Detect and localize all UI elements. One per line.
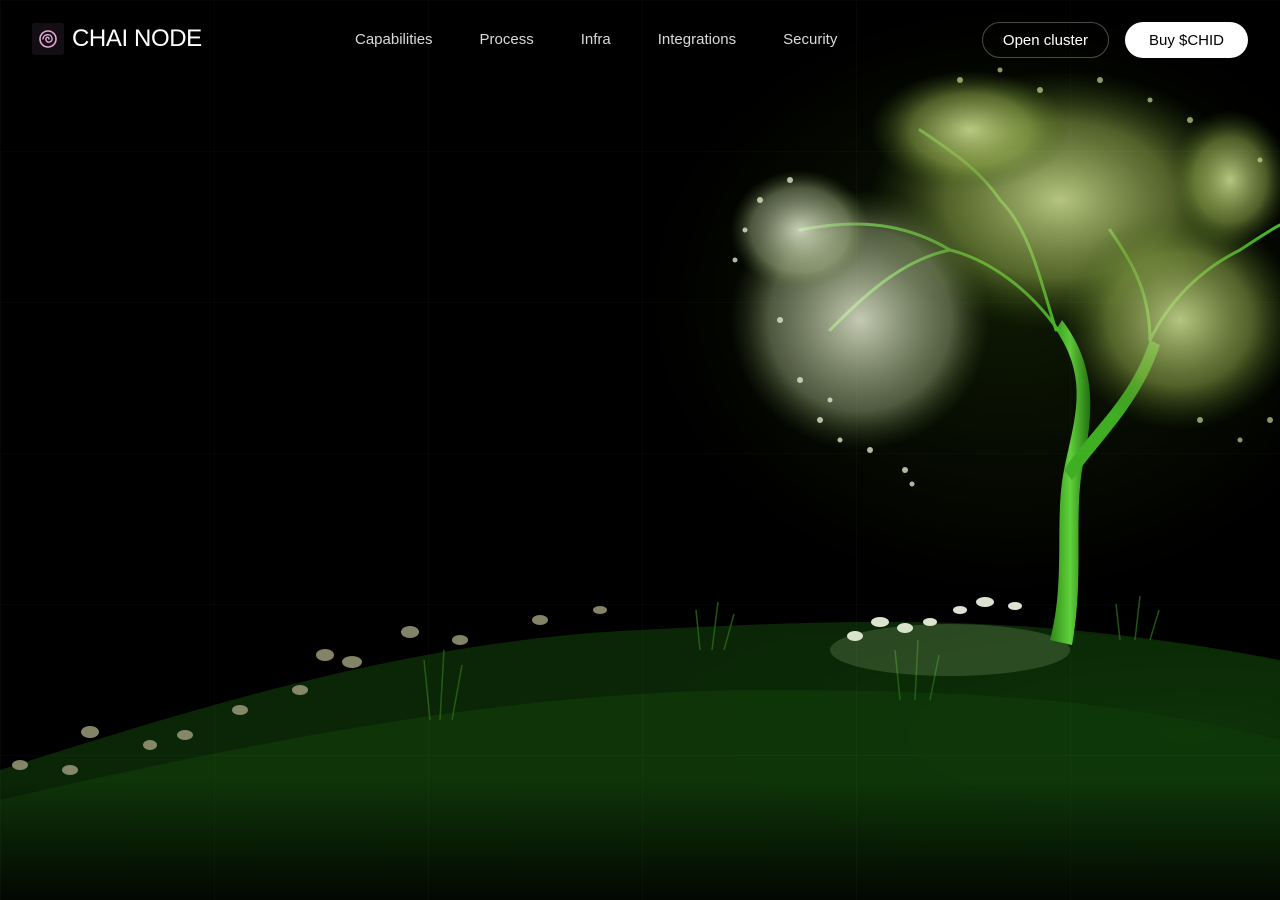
brand-home-link[interactable]: CHAI NODE — [32, 23, 202, 55]
hero-section — [0, 0, 1280, 900]
glowing-tree-illustration — [0, 67, 1280, 900]
nav-link-security[interactable]: Security — [783, 30, 837, 50]
open-cluster-button[interactable]: Open cluster — [981, 22, 1109, 58]
nav-link-integrations[interactable]: Integrations — [658, 30, 736, 50]
nav-link-capabilities[interactable]: Capabilities — [355, 30, 433, 50]
swirl-logo-icon — [32, 23, 64, 55]
buy-token-button[interactable]: Buy $CHID — [1124, 22, 1248, 58]
brand-name: CHAI NODE — [72, 25, 202, 52]
nav-link-process[interactable]: Process — [480, 30, 534, 50]
main-nav: Capabilities Process Infra Integrations … — [355, 30, 884, 50]
top-navigation-bar: CHAI NODE Capabilities Process Infra Int… — [0, 0, 1280, 80]
header-actions: Open cluster Buy $CHID — [981, 22, 1248, 58]
nav-link-infra[interactable]: Infra — [581, 30, 611, 50]
